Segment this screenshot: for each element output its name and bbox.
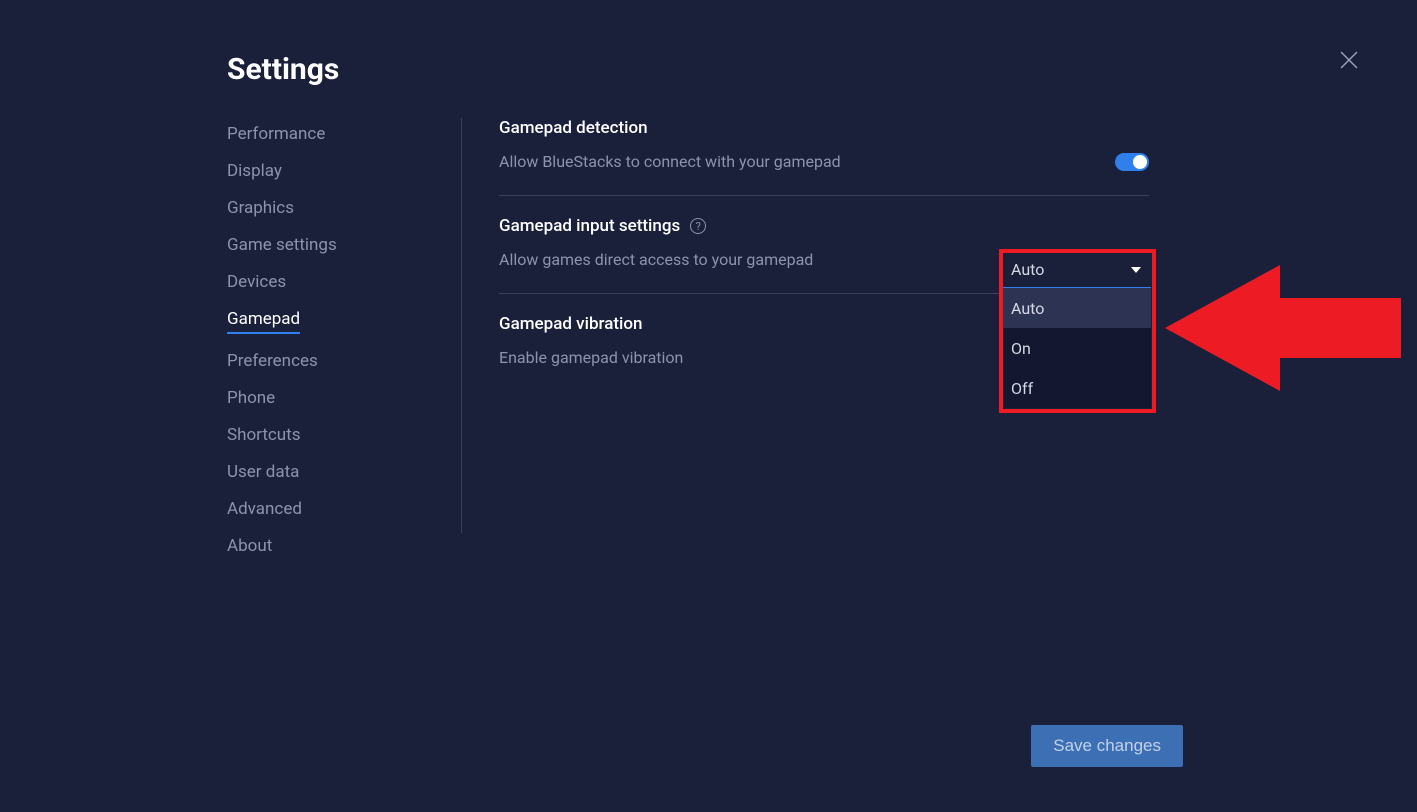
sidebar-item-graphics[interactable]: Graphics (227, 198, 294, 218)
dropdown-list: Auto On Off (1003, 288, 1151, 408)
section-desc-input: Allow games direct access to your gamepa… (499, 250, 813, 269)
sidebar-item-performance[interactable]: Performance (227, 124, 325, 144)
dropdown-item-auto[interactable]: Auto (1003, 288, 1151, 328)
section-gamepad-detection: Gamepad detection Allow BlueStacks to co… (499, 118, 1149, 196)
section-title-detection: Gamepad detection (499, 118, 1149, 138)
page-title: Settings (227, 52, 339, 87)
chevron-down-icon (1131, 267, 1141, 273)
dropdown-gamepad-input: Auto Auto On Off (1003, 252, 1151, 408)
sidebar-item-display[interactable]: Display (227, 161, 282, 181)
sidebar-item-phone[interactable]: Phone (227, 388, 275, 408)
sidebar-item-devices[interactable]: Devices (227, 272, 286, 292)
dropdown-selected[interactable]: Auto (1003, 252, 1151, 288)
annotation-arrow-icon (1165, 243, 1401, 413)
save-button[interactable]: Save changes (1031, 725, 1183, 767)
toggle-gamepad-detection[interactable] (1115, 153, 1149, 171)
section-title-input: Gamepad input settings (499, 216, 680, 236)
sidebar-item-game-settings[interactable]: Game settings (227, 235, 337, 255)
toggle-knob (1133, 155, 1147, 169)
sidebar-item-shortcuts[interactable]: Shortcuts (227, 425, 301, 445)
dropdown-item-on[interactable]: On (1003, 328, 1151, 368)
sidebar-item-preferences[interactable]: Preferences (227, 351, 318, 371)
divider (461, 118, 462, 533)
sidebar-item-user-data[interactable]: User data (227, 462, 299, 482)
close-icon (1339, 50, 1359, 70)
sidebar: Performance Display Graphics Game settin… (227, 124, 427, 556)
section-desc-detection: Allow BlueStacks to connect with your ga… (499, 152, 841, 171)
sidebar-item-gamepad[interactable]: Gamepad (227, 309, 300, 334)
help-icon[interactable]: ? (690, 218, 706, 234)
close-button[interactable] (1339, 50, 1359, 70)
section-desc-vibration: Enable gamepad vibration (499, 348, 683, 367)
sidebar-item-advanced[interactable]: Advanced (227, 499, 302, 519)
dropdown-selected-label: Auto (1011, 260, 1044, 279)
sidebar-item-about[interactable]: About (227, 536, 272, 556)
dropdown-item-off[interactable]: Off (1003, 368, 1151, 408)
